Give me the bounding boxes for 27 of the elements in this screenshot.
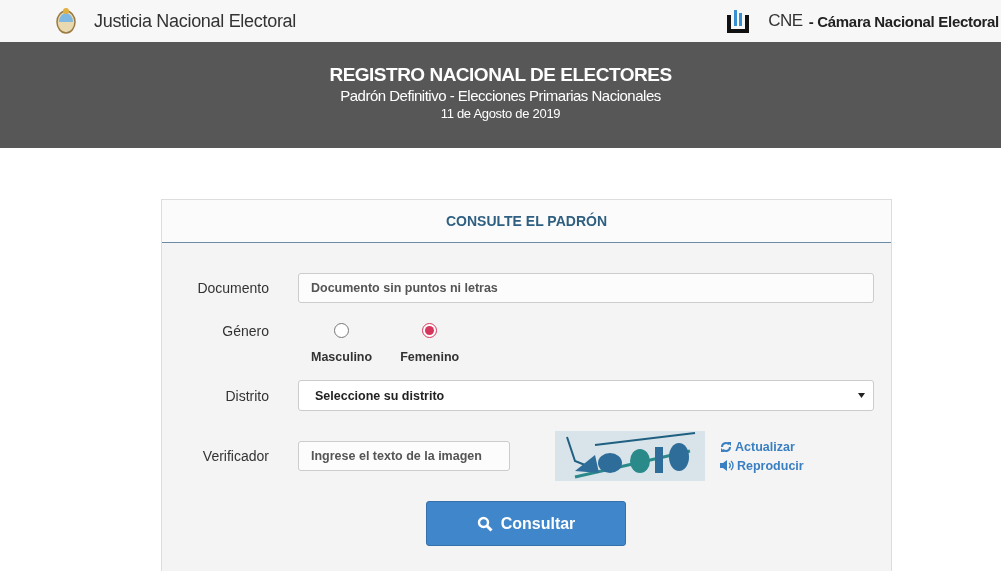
district-dropdown[interactable]: Seleccione su distrito [298,380,874,411]
cne-abbreviation[interactable]: CNE [768,11,803,31]
field-label: Verificador [201,448,269,464]
captcha-field[interactable]: Ingrese el texto de la imagen [298,441,510,471]
radio-label[interactable]: Masculino [311,350,373,364]
site-title[interactable]: Justicia Nacional Electoral [94,10,296,32]
search-button[interactable]: Consultar [426,501,626,546]
refresh-icon [720,440,732,453]
speaker-icon [720,460,734,471]
field-label: Distrito [224,387,269,404]
radio-button[interactable] [334,323,350,338]
radio-button[interactable] [422,323,438,338]
banner-title: REGISTRO NACIONAL DE ELECTORES [329,64,672,86]
court-title[interactable]: - Cámara Nacional Electoral [808,12,999,30]
search-icon [476,515,493,532]
field-label: Género [221,323,269,339]
play-audio-link[interactable]: Reproducir [720,458,804,473]
dropdown-arrow-icon [858,393,865,398]
field-label: Documento [196,280,269,296]
banner-date: 11 de Agosto de 2019 [440,106,561,121]
card-heading: CONSULTE EL PADRÓN [162,200,891,243]
refresh-link[interactable]: Actualizar [720,439,804,454]
banner-subtitle: Padrón Definitivo - Elecciones Primarias Nacionales [340,87,661,104]
document-field[interactable]: Documento sin puntos ni letras [298,273,874,303]
cne-logo-icon [726,9,751,33]
coat-of-arms-icon [54,7,78,35]
radio-label[interactable]: Femenino [400,350,460,364]
